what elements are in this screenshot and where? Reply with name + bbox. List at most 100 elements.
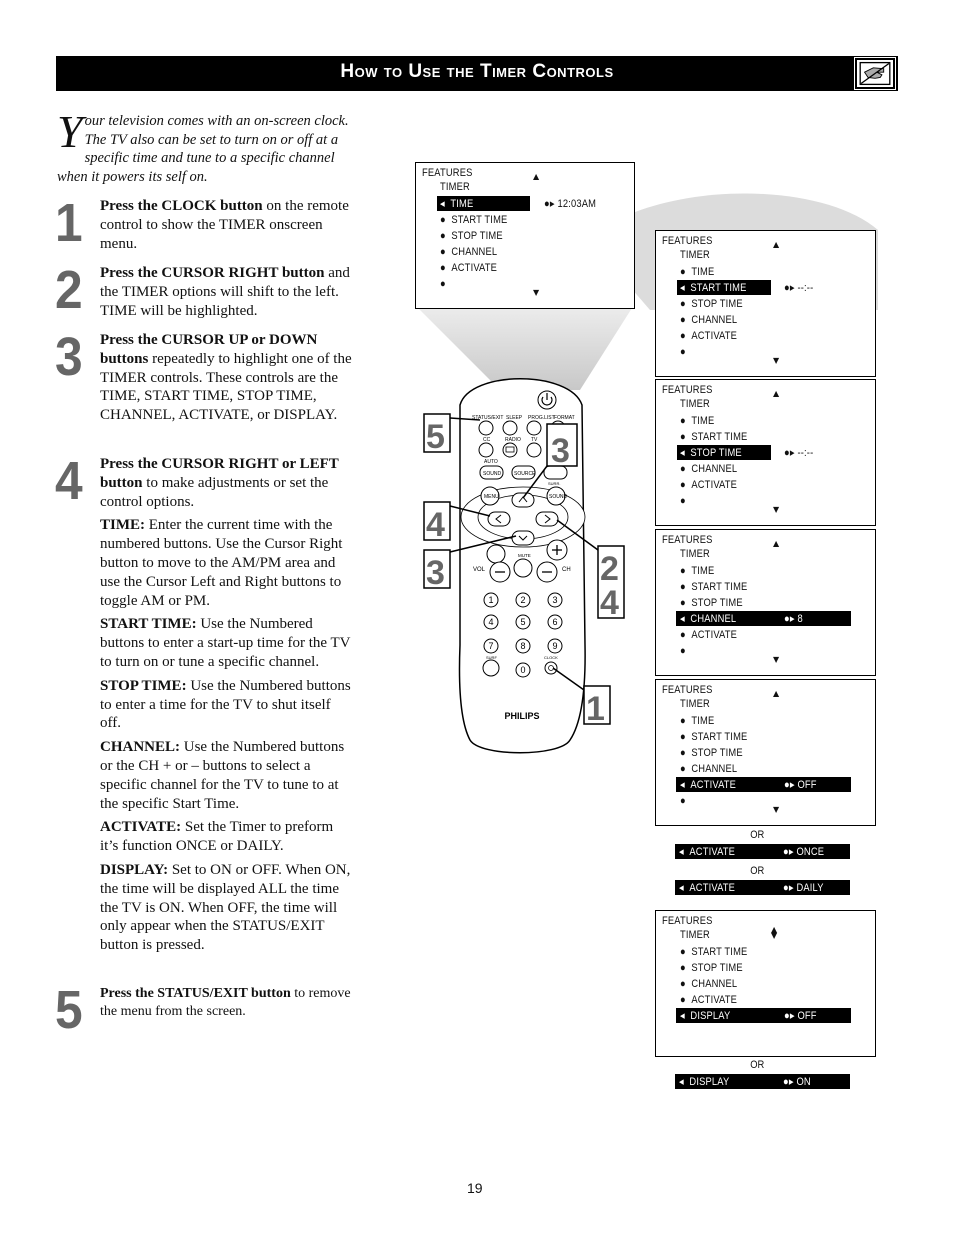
step-number-5: 5	[55, 980, 83, 1040]
intro-paragraph: Your television comes with an on-screen …	[57, 109, 352, 186]
definition-term: STOP TIME:	[100, 677, 187, 694]
menu-item-label: ACTIVATE	[691, 994, 738, 1006]
definition-channel: CHANNEL: Use the Numbered buttons or the…	[100, 738, 352, 813]
menu-item-label: ACTIVATE	[689, 882, 736, 894]
menu-item-selected: ◂ STOP TIME	[680, 447, 742, 459]
step-5: Press the STATUS/EXIT button to remove t…	[100, 985, 352, 1021]
menu-item-time: ● TIME	[680, 565, 715, 577]
menu-item-channel: ● CHANNEL	[680, 314, 738, 326]
menu-item-stop-time: STOP TIME	[690, 447, 742, 459]
menu-item-selected: ◂ TIME	[440, 198, 474, 210]
menu-item-stop-time: ● STOP TIME	[440, 230, 503, 242]
menu-item-time: ● TIME	[680, 266, 715, 278]
menu-item-label: STOP TIME	[691, 962, 743, 974]
menu-item-stop-time: ● STOP TIME	[680, 597, 743, 609]
menu-timer-label: TIMER	[680, 548, 710, 560]
menu-item-label: ACTIVATE	[691, 330, 738, 342]
menu-item-label: CHANNEL	[691, 463, 738, 475]
menu-item-channel: ● CHANNEL	[680, 763, 738, 775]
menu-item-time: ● TIME	[680, 415, 715, 427]
menu-timer-label: TIMER	[680, 929, 710, 941]
time-value: 12:03AM	[557, 198, 597, 210]
menu-item-start-time: START TIME	[690, 282, 747, 294]
menu-item-activate: ● ACTIVATE	[680, 629, 738, 641]
definition-time: TIME: Enter the current time with the nu…	[100, 516, 352, 610]
menu-item-label: ACTIVATE	[451, 262, 498, 274]
menu-item-label: STOP TIME	[451, 230, 503, 242]
scroll-up-icon: ▲	[773, 389, 780, 398]
scroll-up-icon: ▲	[773, 240, 780, 249]
menu-features-label: FEATURES	[662, 235, 713, 247]
definition-term: TIME:	[100, 517, 145, 534]
svg-text:4: 4	[426, 506, 445, 544]
menu-item-channel: ● CHANNEL	[440, 246, 498, 258]
menu-screen-stop-time: FEATURES ▲ TIMER ● TIME ● START TIME ◂ S…	[655, 379, 876, 526]
scroll-down-icon: ▼	[533, 288, 540, 297]
menu-item-activate: ● ACTIVATE	[680, 994, 738, 1006]
activate-daily-value: ●▸ DAILY	[783, 882, 824, 894]
menu-item-label: CHANNEL	[691, 314, 738, 326]
menu-item-empty: ●	[680, 645, 686, 657]
menu-item-activate: ● ACTIVATE	[680, 479, 738, 491]
menu-item-start-time: ● START TIME	[680, 431, 748, 443]
scroll-up-icon: ▲	[773, 689, 780, 698]
display-on-value: ●▸ ON	[783, 1076, 811, 1088]
activate-alt-value: ONCE	[796, 846, 825, 858]
menu-screen-time: FEATURES ▲ TIMER ◂ TIME ●▸ 12:03AM ● STA…	[415, 162, 635, 309]
svg-text:5: 5	[426, 418, 445, 456]
menu-item-label: STOP TIME	[691, 597, 743, 609]
menu-item-label: CHANNEL	[451, 246, 498, 258]
or-label: OR	[750, 1059, 765, 1071]
menu-item-display: DISPLAY	[690, 1010, 731, 1022]
menu-value: ●▸ OFF	[784, 779, 817, 791]
svg-text:3: 3	[426, 554, 445, 592]
svg-text:3: 3	[551, 432, 570, 470]
menu-timer-label: TIMER	[440, 181, 470, 193]
step-number-2: 2	[55, 260, 83, 320]
menu-value: ●▸ 8	[784, 613, 803, 625]
menu-features-label: FEATURES	[422, 167, 473, 179]
menu-screen-start-time: FEATURES ▲ TIMER ● TIME ◂ START TIME ●▸ …	[655, 230, 876, 377]
menu-item-channel: ● CHANNEL	[680, 463, 738, 475]
step-1-bold: Press the CLOCK button	[100, 198, 263, 214]
definition-term: CHANNEL:	[100, 739, 181, 756]
menu-item-start-time: ● START TIME	[680, 581, 748, 593]
menu-screen-activate: FEATURES ▲ TIMER ● TIME ● START TIME ● S…	[655, 679, 876, 826]
step-number-3: 3	[55, 327, 83, 387]
step-4: Press the CURSOR RIGHT or LEFT button to…	[100, 455, 352, 960]
menu-item-selected: ◂ CHANNEL	[680, 613, 737, 625]
svg-text:2: 2	[600, 550, 619, 588]
display-on-label: ◂ DISPLAY	[679, 1076, 730, 1088]
activate-alt-value: DAILY	[796, 882, 824, 894]
activate-daily-label: ◂ ACTIVATE	[679, 882, 736, 894]
menu-item-empty: ●	[440, 278, 446, 290]
definition-stop-time: STOP TIME: Use the Numbered buttons to e…	[100, 677, 352, 733]
scroll-down-icon: ▼	[773, 356, 780, 365]
menu-item-label: ACTIVATE	[691, 629, 738, 641]
menu-screen-display: FEATURES TIMER ▲ ▼ ● START TIME ● STOP TI…	[655, 910, 876, 1057]
section-header: How to Use the Timer Controls	[56, 56, 898, 91]
definition-term: DISPLAY:	[100, 861, 169, 878]
step-3: Press the CURSOR UP or DOWN buttons repe…	[100, 331, 352, 425]
menu-item-stop-time: ● STOP TIME	[680, 298, 743, 310]
menu-value: ●▸ 12:03AM	[544, 198, 597, 210]
menu-item-label: TIME	[691, 415, 715, 427]
menu-item-label: START TIME	[451, 214, 508, 226]
scroll-up-icon: ▲ ▼	[771, 925, 778, 940]
menu-features-label: FEATURES	[662, 684, 713, 696]
menu-item-channel: CHANNEL	[690, 613, 737, 625]
menu-item-label: STOP TIME	[691, 747, 743, 759]
stop-time-value: --:--	[797, 447, 814, 459]
menu-item-label: ACTIVATE	[689, 846, 736, 858]
menu-item-activate: ● ACTIVATE	[680, 330, 738, 342]
menu-item-selected: ◂ ACTIVATE	[680, 779, 737, 791]
menu-item-channel: ● CHANNEL	[680, 978, 738, 990]
callouts: 5 3 4 3 2 4 1	[423, 413, 625, 728]
menu-features-label: FEATURES	[662, 384, 713, 396]
menu-item-start-time: ● START TIME	[440, 214, 508, 226]
definition-start-time: START TIME: Use the Numbered buttons to …	[100, 615, 352, 671]
pointing-hand-icon	[854, 57, 896, 90]
step-5-bold: Press the STATUS/EXIT button	[100, 986, 291, 1001]
menu-item-label: START TIME	[691, 581, 748, 593]
menu-item-empty: ●	[680, 795, 686, 807]
